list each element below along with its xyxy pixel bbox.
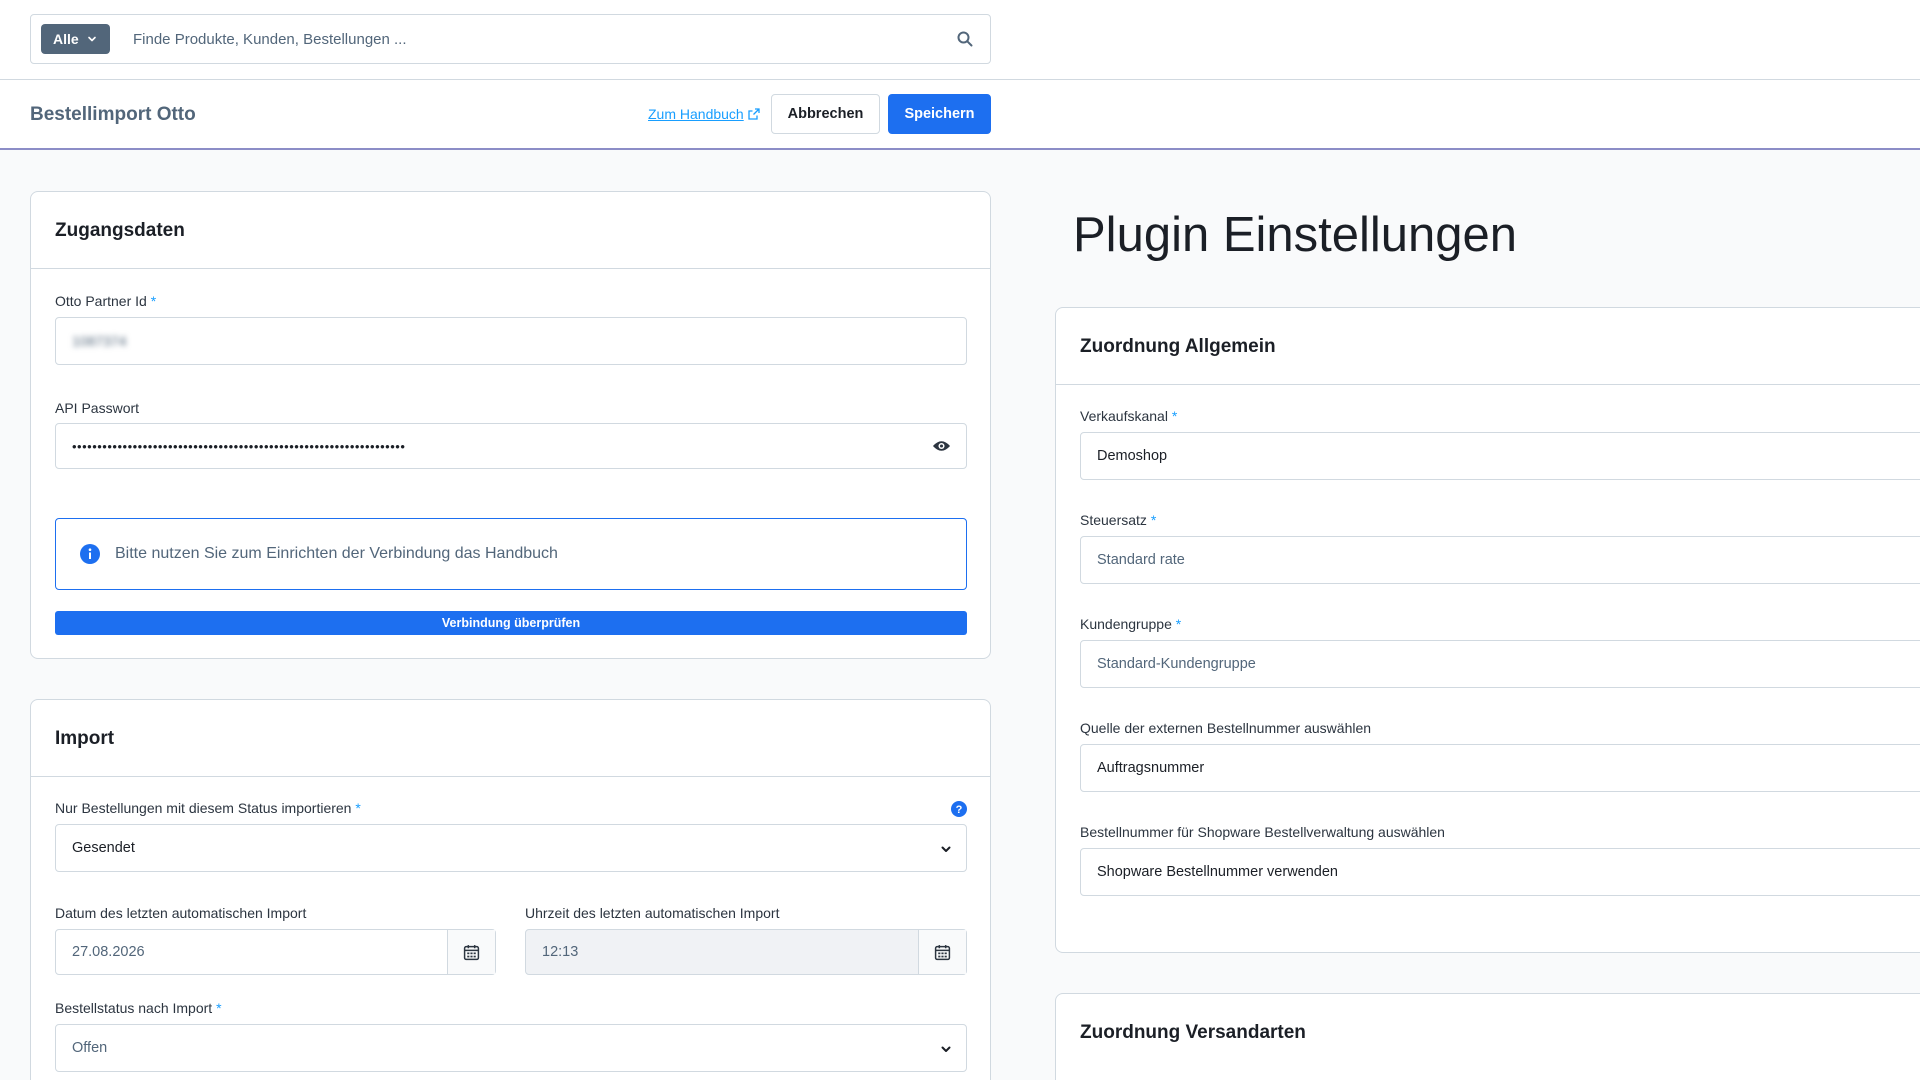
cancel-button[interactable]: Abbrechen	[771, 94, 880, 134]
last-time-value: 12:13	[542, 944, 579, 960]
last-date-label: Datum des letzten automatischen Import	[55, 905, 307, 921]
general-mapping-card: Zuordnung Allgemein Verkaufskanal * Demo…	[1055, 307, 1920, 953]
sales-channel-select[interactable]: Demoshop	[1080, 432, 1920, 480]
customer-group-value: Standard-Kundengruppe	[1097, 656, 1256, 672]
import-card-title: Import	[31, 700, 990, 777]
order-status-label: Bestellstatus nach Import *	[55, 1000, 222, 1016]
calendar-icon	[463, 944, 480, 960]
shipping-mapping-title: Zuordnung Versandarten	[1080, 1022, 1306, 1043]
partner-id-value: 1087374	[72, 333, 127, 349]
info-text: Bitte nutzen Sie zum Einrichten der Verb…	[115, 545, 558, 562]
import-card: Import Nur Bestellungen mit diesem Statu…	[30, 699, 991, 1080]
tax-label: Steuersatz *	[1080, 512, 1157, 528]
access-card: Zugangsdaten Otto Partner Id * 1087374 A…	[30, 191, 991, 659]
eye-icon[interactable]	[932, 439, 951, 453]
api-password-value: ••••••••••••••••••••••••••••••••••••••••…	[72, 438, 406, 454]
order-number-select[interactable]: Shopware Bestellnummer verwenden	[1080, 848, 1920, 896]
manual-link[interactable]: Zum Handbuch	[648, 106, 760, 122]
info-alert: Bitte nutzen Sie zum Einrichten der Verb…	[55, 518, 967, 590]
order-status-value: Offen	[72, 1040, 108, 1056]
api-password-label: API Passwort	[55, 400, 140, 416]
page-title: Bestellimport Otto	[30, 104, 196, 125]
search-input[interactable]	[133, 25, 933, 53]
status-label: Nur Bestellungen mit diesem Status impor…	[55, 800, 361, 816]
external-source-label: Quelle der externen Bestellnummer auswäh…	[1080, 720, 1372, 736]
last-time-field[interactable]: 12:13	[525, 929, 967, 975]
customer-group-select[interactable]: Standard-Kundengruppe	[1080, 640, 1920, 688]
search-icon[interactable]	[956, 30, 974, 48]
sales-channel-label: Verkaufskanal *	[1080, 408, 1178, 424]
search-type-label: Alle	[53, 31, 79, 47]
verify-connection-button[interactable]: Verbindung überprüfen	[55, 611, 967, 635]
tax-select[interactable]: Standard rate	[1080, 536, 1920, 584]
date-picker-button[interactable]	[447, 930, 495, 974]
plugin-settings-heading: Plugin Einstellungen	[1073, 208, 1518, 262]
info-icon	[80, 544, 100, 564]
search-type-dropdown[interactable]: Alle	[41, 24, 110, 54]
manual-link-label: Zum Handbuch	[648, 106, 744, 122]
api-password-field[interactable]: ••••••••••••••••••••••••••••••••••••••••…	[55, 423, 967, 469]
customer-group-label: Kundengruppe *	[1080, 616, 1182, 632]
general-mapping-title: Zuordnung Allgemein	[1056, 308, 1920, 385]
calendar-icon	[934, 944, 951, 960]
chevron-down-icon	[941, 1046, 951, 1052]
help-icon[interactable]: ?	[951, 801, 967, 817]
sales-channel-value: Demoshop	[1097, 448, 1168, 464]
save-button[interactable]: Speichern	[888, 94, 991, 134]
external-source-select[interactable]: Auftragsnummer	[1080, 744, 1920, 792]
top-search-bar: Alle	[0, 0, 1920, 80]
order-number-label: Bestellnummer für Shopware Bestellverwal…	[1080, 824, 1445, 840]
chevron-down-icon	[87, 36, 96, 42]
partner-id-label: Otto Partner Id *	[55, 293, 157, 309]
svg-text:?: ?	[956, 804, 963, 816]
last-date-field[interactable]: 27.08.2026	[55, 929, 496, 975]
external-link-icon	[748, 108, 760, 120]
order-status-select[interactable]: Offen	[55, 1024, 967, 1072]
status-value: Gesendet	[72, 840, 135, 856]
partner-id-field[interactable]: 1087374	[55, 317, 967, 365]
last-time-label: Uhrzeit des letzten automatischen Import	[525, 905, 780, 921]
last-date-value: 27.08.2026	[72, 944, 145, 960]
status-select[interactable]: Gesendet	[55, 824, 967, 872]
global-search: Alle	[30, 14, 991, 64]
smart-bar: Bestellimport Otto Zum Handbuch Abbreche…	[0, 80, 1920, 150]
shipping-mapping-card: Zuordnung Versandarten	[1055, 993, 1920, 1080]
access-card-title: Zugangsdaten	[31, 192, 990, 269]
time-picker-button[interactable]	[918, 930, 966, 974]
external-source-value: Auftragsnummer	[1097, 760, 1205, 776]
order-number-value: Shopware Bestellnummer verwenden	[1097, 864, 1338, 880]
tax-value: Standard rate	[1097, 552, 1185, 568]
chevron-down-icon	[941, 846, 951, 852]
